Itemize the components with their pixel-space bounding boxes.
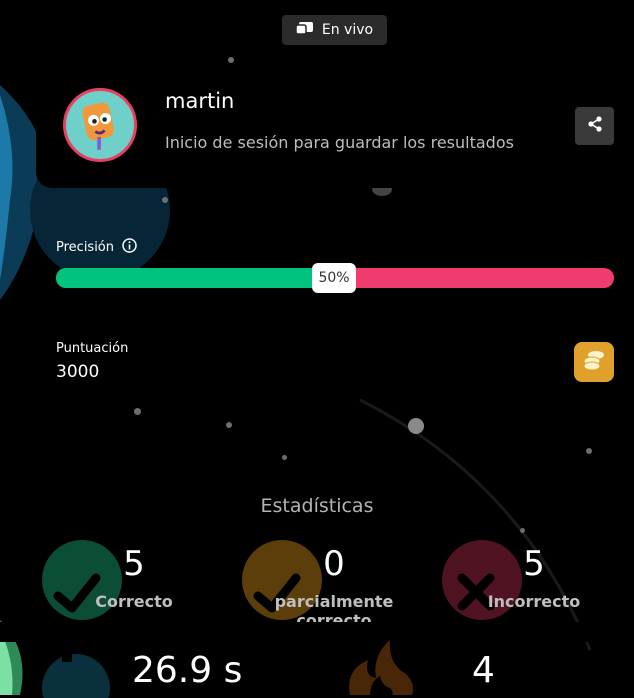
accuracy-percent: 50% [312,263,356,293]
stat-incorrect: 5 Incorrecto [442,540,634,630]
accuracy-fill [56,268,335,288]
score-value: 3000 [56,362,100,382]
stat-partial: 0 parcialmente correcto [242,540,442,630]
login-message[interactable]: Inicio de sesión para guardar los result… [165,133,514,152]
live-label: En vivo [321,22,374,38]
share-icon [587,116,603,136]
flame-icon [349,640,414,695]
coins-icon [581,347,607,377]
time-value: 26.9 s [132,650,243,691]
live-badge[interactable]: En vivo [282,15,387,45]
timer-icon [42,650,110,698]
player-name: martin [165,89,235,113]
score-label: Puntuación [56,341,129,356]
share-button[interactable] [575,107,614,145]
incorrect-value: 5 [523,544,545,584]
partial-value: 0 [323,544,345,584]
streak-value: 4 [472,650,495,691]
avatar [63,88,137,162]
accuracy-header: Precisión [56,238,137,257]
correct-value: 5 [123,544,145,584]
accuracy-label: Precisión [56,240,115,255]
row-separator [0,622,634,642]
info-icon[interactable] [122,238,137,257]
stat-correct: 5 Correcto [42,540,242,630]
stats-title: Estadísticas [260,495,374,517]
coins-button[interactable] [574,342,614,382]
correct-label: Correcto [95,592,173,611]
incorrect-label: Incorrecto [487,592,581,611]
live-icon [295,21,314,39]
partial-label: parcialmente correcto [274,592,394,630]
